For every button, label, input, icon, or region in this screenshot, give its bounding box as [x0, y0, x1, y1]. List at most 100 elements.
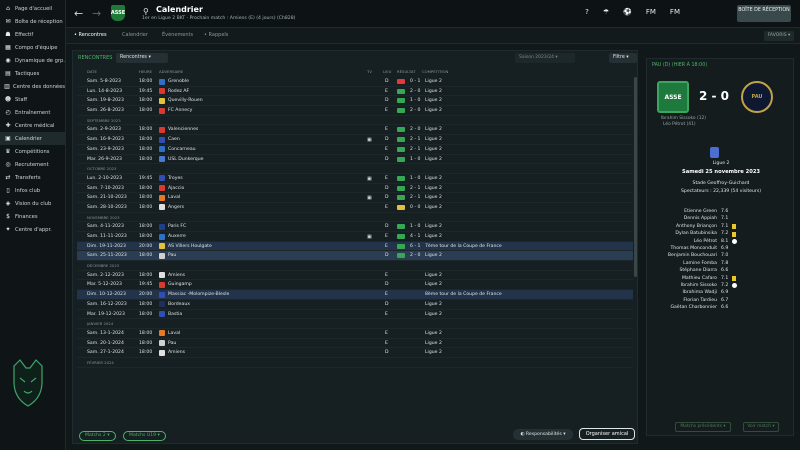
- sidebar-item[interactable]: ◎ Recrutement: [0, 158, 65, 171]
- fixture-row[interactable]: Sam. 7-10-2023 18:00 Ajaccio D 2 - 1 Ligue 2: [77, 184, 633, 194]
- opponent-name[interactable]: Grenoble: [168, 79, 189, 84]
- opponent-crest-icon[interactable]: [159, 146, 165, 153]
- fixture-competition[interactable]: Ligue 2: [425, 234, 442, 239]
- back-arrow-icon[interactable]: ←: [74, 7, 83, 20]
- fixture-score[interactable]: 2 - 1: [410, 195, 420, 200]
- opponent-crest-icon[interactable]: [159, 291, 165, 298]
- fm-menu-icon[interactable]: FM: [670, 8, 680, 16]
- player-rating-row[interactable]: Mathieu Cafaro 7.1: [647, 276, 795, 283]
- help-icon[interactable]: ?: [585, 8, 589, 16]
- col-competition[interactable]: COMPÉTITION: [422, 69, 448, 74]
- fixture-row[interactable]: Sam. 23-9-2023 18:00 Concarneau E 2 - 1 Ligue…: [77, 145, 633, 155]
- fixture-row[interactable]: Sam. 4-11-2023 18:00 Paris FC D 1 - 0 Ligue 2: [77, 222, 633, 232]
- opponent-crest-icon[interactable]: [159, 272, 165, 279]
- sidebar-item[interactable]: ▦ Compo d'équipe: [0, 41, 65, 54]
- home-team-crest[interactable]: ASSE: [657, 81, 689, 113]
- fixture-competition[interactable]: Ligue 2: [425, 341, 442, 346]
- fixture-row[interactable]: Sam. 16-12-2023 18:00 Bordeaux D Ligue 2: [77, 300, 633, 310]
- fixture-competition[interactable]: Ligue 2: [425, 302, 442, 307]
- fixture-competition[interactable]: 7ème tour de la Coupe de France: [425, 244, 502, 249]
- player-rating-row[interactable]: Dennis Appiah 7.1: [647, 216, 795, 223]
- fixture-row[interactable]: Mar. 26-9-2023 18:00 USL Dunkerque D 1 - 0 Li…: [77, 155, 633, 165]
- opponent-crest-icon[interactable]: [159, 107, 165, 114]
- fixture-score[interactable]: 1 - 0: [410, 157, 420, 162]
- fixture-row[interactable]: Sam. 20-1-2024 18:00 Pau E Ligue 2: [77, 339, 633, 349]
- opponent-crest-icon[interactable]: [159, 136, 165, 143]
- away-team-crest[interactable]: PAU: [741, 81, 773, 113]
- opponent-name[interactable]: FC Annecy: [168, 108, 192, 113]
- opponent-name[interactable]: Concarneau: [168, 147, 196, 152]
- player-name[interactable]: Ibrahim Sissoko: [681, 283, 717, 288]
- fixture-score[interactable]: 2 - 1: [410, 186, 420, 191]
- tab-rappels[interactable]: • Rappels: [204, 32, 228, 38]
- inbox-button[interactable]: BOÎTE DE RÉCEPTION: [737, 5, 791, 22]
- player-name[interactable]: Lamine Fomba: [683, 261, 717, 266]
- sidebar-item[interactable]: ▤ Tactiques: [0, 67, 65, 80]
- opponent-crest-icon[interactable]: [159, 126, 165, 133]
- fixture-competition[interactable]: Ligue 2: [425, 127, 442, 132]
- view-match-button[interactable]: Voir match ▾: [743, 422, 779, 432]
- sidebar-item[interactable]: ⇄ Transferts: [0, 171, 65, 184]
- opponent-crest-icon[interactable]: [159, 281, 165, 288]
- fixture-row[interactable]: Sam. 28-10-2023 18:00 Angers E 0 - 0 Ligue 2: [77, 203, 633, 213]
- opponent-crest-icon[interactable]: [159, 156, 165, 162]
- opponent-crest-icon[interactable]: [159, 78, 165, 85]
- opponent-crest-icon[interactable]: [159, 311, 165, 317]
- fixture-competition[interactable]: Ligue 2: [425, 331, 442, 336]
- player-name[interactable]: Anthony Briançon: [676, 224, 717, 229]
- fixture-competition[interactable]: Ligue 2: [425, 186, 442, 191]
- fixture-row[interactable]: Sam. 11-11-2023 18:00 Auxerre ▣ E 4 - 1 Ligue …: [77, 232, 633, 242]
- opponent-name[interactable]: Pau: [168, 253, 176, 258]
- opponent-crest-icon[interactable]: [159, 194, 165, 201]
- fixture-score[interactable]: 2 - 0: [410, 108, 420, 113]
- fixture-row[interactable]: Sam. 26-8-2023 18:00 FC Annecy E 2 - 0 Ligue …: [77, 106, 633, 116]
- opponent-crest-icon[interactable]: [159, 175, 165, 182]
- favorites-button[interactable]: FAVORIS ▾: [764, 31, 794, 41]
- fixture-competition[interactable]: 8ème tour de la Coupe de France: [425, 292, 502, 297]
- player-name[interactable]: Léo Pétrot: [694, 239, 717, 244]
- sidebar-item[interactable]: ▯ Infos club: [0, 184, 65, 197]
- fixture-score[interactable]: 4 - 1: [410, 234, 420, 239]
- fixture-row[interactable]: Sam. 2-9-2023 18:00 Valenciennes E 2 - 0 Ligu…: [77, 125, 633, 136]
- umbrella-icon[interactable]: ☂: [603, 8, 609, 16]
- sidebar-item[interactable]: ✉ Boîte de réception: [0, 15, 65, 28]
- sidebar-item[interactable]: ☻ Staff: [0, 93, 65, 106]
- opponent-name[interactable]: Bordeaux: [168, 302, 190, 307]
- opponent-name[interactable]: Valenciennes: [168, 127, 198, 132]
- sidebar-item[interactable]: ♛ Compétitions: [0, 145, 65, 158]
- forward-arrow-icon[interactable]: →: [92, 7, 101, 20]
- fixture-row[interactable]: Sam. 13-1-2024 18:00 Laval E Ligue 2: [77, 329, 633, 339]
- opponent-name[interactable]: Angers: [168, 205, 184, 210]
- opponent-crest-icon[interactable]: [159, 204, 165, 211]
- opponent-crest-icon[interactable]: [159, 301, 165, 308]
- opponent-name[interactable]: Amiens: [168, 350, 185, 355]
- col-opponent[interactable]: ADVERSAIRE: [159, 69, 183, 74]
- opponent-crest-icon[interactable]: [159, 185, 165, 192]
- season-select[interactable]: Saison 2023/24 ▾: [515, 53, 575, 63]
- fixture-score[interactable]: 1 - 0: [410, 176, 420, 181]
- col-tv[interactable]: TV: [367, 69, 372, 74]
- player-name[interactable]: Benjamin Bouchouari: [668, 253, 717, 258]
- fixture-score[interactable]: 0 - 1: [410, 79, 420, 84]
- fixture-competition[interactable]: Ligue 2: [425, 176, 442, 181]
- fixture-row[interactable]: Mar. 5-12-2023 19:45 Guingamp D Ligue 2: [77, 280, 633, 291]
- col-time[interactable]: HEURE: [139, 69, 152, 74]
- club-badge[interactable]: ASSE: [111, 5, 125, 21]
- fixture-row[interactable]: Sam. 19-8-2023 18:00 Quevilly-Rouen D 1 - 0 L…: [77, 96, 633, 107]
- fixture-score[interactable]: 2 - 0: [410, 127, 420, 132]
- fixture-score[interactable]: 0 - 0: [410, 205, 420, 210]
- fm-social-icon[interactable]: FM: [646, 8, 656, 16]
- player-rating-row[interactable]: Florian Tardieu 6.7: [647, 298, 795, 305]
- fixture-competition[interactable]: Ligue 2: [425, 224, 442, 229]
- fixture-row[interactable]: Lun. 2-10-2023 19:45 Troyes ▣ E 1 - 0 Ligue 2: [77, 174, 633, 184]
- sidebar-item[interactable]: ✚ Centre médical: [0, 119, 65, 132]
- sidebar-item[interactable]: ☗ Effectif: [0, 28, 65, 41]
- player-name[interactable]: Ibrahima Wadji: [683, 290, 717, 295]
- opponent-crest-icon[interactable]: [159, 340, 165, 347]
- fixture-row[interactable]: Sam. 25-11-2023 18:00 Pau D 2 - 0 Ligue 2: [77, 251, 633, 262]
- fixture-score[interactable]: 6 - 1: [410, 244, 420, 249]
- sidebar-item[interactable]: ▥ Centre des données: [0, 80, 65, 93]
- fixture-score[interactable]: 1 - 0: [410, 98, 420, 103]
- fixture-score[interactable]: 2 - 1: [410, 137, 420, 142]
- player-name[interactable]: Dennis Appiah: [684, 216, 717, 221]
